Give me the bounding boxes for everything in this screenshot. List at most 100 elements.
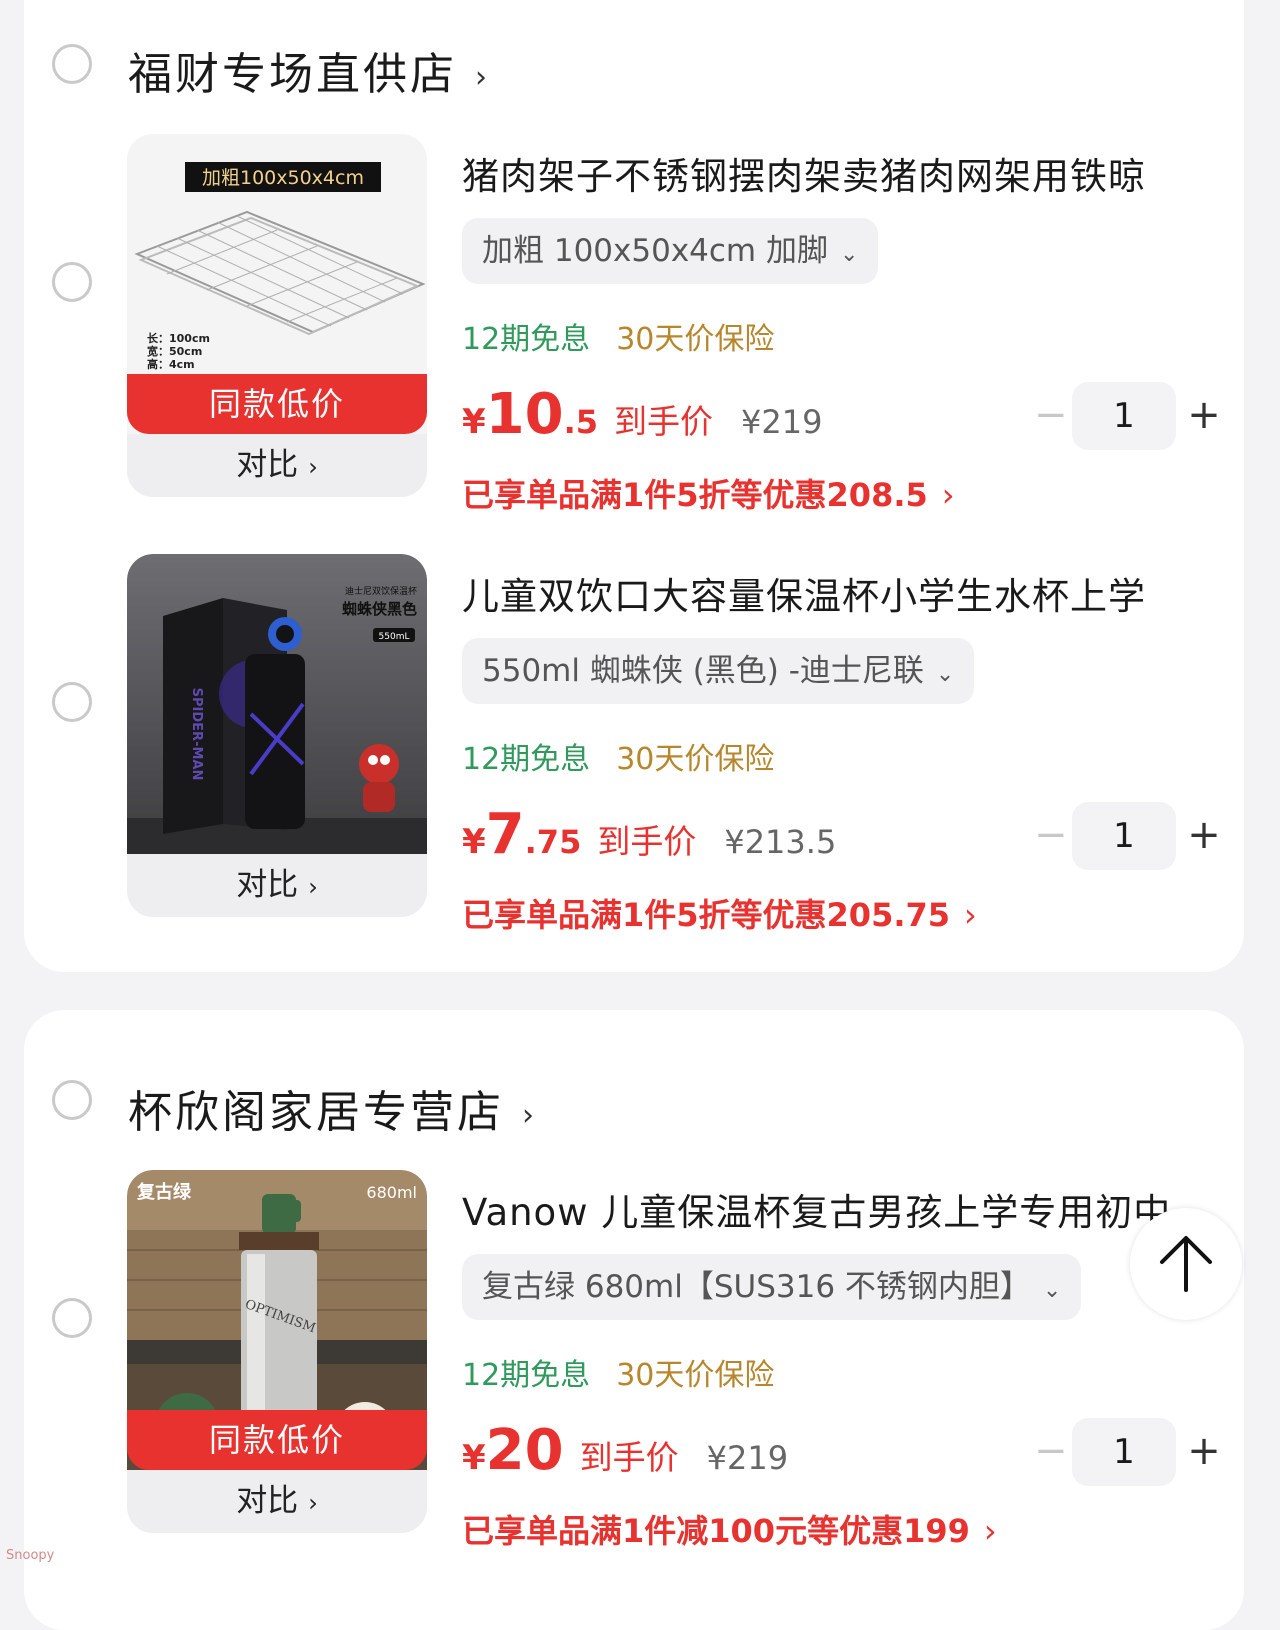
final-price-label: 到手价 <box>579 1438 679 1477</box>
variant-selector[interactable]: 复古绿 680ml【SUS316 不锈钢内胆】 ⌄ <box>462 1254 1082 1320</box>
compare-label: 对比 <box>236 1483 299 1519</box>
price-integer: 10 <box>485 382 564 447</box>
chevron-right-icon: › <box>308 1489 318 1517</box>
cart-item: SPIDER-MAN 迪士尼双饮保温杯 蜘蛛侠黑色 550mL 对比 › 儿童双饮 <box>24 554 1244 934</box>
item-select-radio[interactable] <box>52 682 92 722</box>
compare-button[interactable]: 对比 › <box>127 434 427 497</box>
compare-button[interactable]: 对比 › <box>127 1470 427 1533</box>
decrease-button[interactable]: − <box>1034 802 1068 870</box>
currency-symbol: ¥ <box>462 822 486 862</box>
final-price-label: 到手价 <box>614 402 714 441</box>
decrease-button[interactable]: − <box>1034 382 1068 450</box>
shop-name[interactable]: 福财专场直供店 › <box>128 38 490 102</box>
original-price: ¥213.5 <box>724 823 837 861</box>
image-color-label: 复古绿 <box>136 1181 192 1203</box>
price-protection-tag: 30天价保险 <box>616 1358 775 1393</box>
product-thumbnail[interactable]: SPIDER-MAN 迪士尼双饮保温杯 蜘蛛侠黑色 550mL 对比 › <box>127 554 427 917</box>
original-price: ¥219 <box>706 1439 789 1477</box>
decrease-button[interactable]: − <box>1034 1418 1068 1486</box>
original-price: ¥219 <box>741 403 823 441</box>
dim-height: 高：4cm <box>147 357 195 371</box>
item-select-radio[interactable] <box>52 1298 92 1338</box>
price-decimal: .75 <box>524 823 582 861</box>
increase-button[interactable]: + <box>1184 1418 1224 1486</box>
compare-label: 对比 <box>236 867 299 903</box>
shop-name-text: 杯欣阁家居专营店 <box>128 1087 504 1138</box>
quantity-input[interactable]: 1 <box>1072 382 1176 450</box>
product-title[interactable]: 猪肉架子不锈钢摆肉架卖猪肉网架用铁晾 <box>462 146 1202 200</box>
chevron-right-icon: › <box>941 476 955 514</box>
variant-selector[interactable]: 加粗 100x50x4cm 加脚 ⌄ <box>462 218 879 284</box>
variant-label: 复古绿 680ml【SUS316 不锈钢内胆】 <box>482 1269 1031 1305</box>
image-caption: 迪士尼双饮保温杯 <box>345 585 417 597</box>
box-brand-text: SPIDER-MAN <box>189 688 204 781</box>
final-price-label: 到手价 <box>597 822 697 861</box>
watermark-text: Snoopy <box>6 1548 55 1563</box>
compare-label: 对比 <box>236 447 299 483</box>
currency-symbol: ¥ <box>462 402 486 442</box>
shop-select-radio[interactable] <box>52 44 92 84</box>
shop-header[interactable]: 杯欣阁家居专营店 › <box>24 1062 1244 1142</box>
chevron-down-icon: ⌄ <box>839 242 859 267</box>
product-thumbnail[interactable]: 加粗100x50x4cm 长：100cm 宽：50cm 高：4cm 同款低价 对… <box>127 134 427 497</box>
promo-link[interactable]: 已享单品满1件5折等优惠208.5 › <box>462 470 955 516</box>
promo-text: 已享单品满1件5折等优惠208.5 <box>462 476 928 514</box>
image-volume-label: 680ml <box>366 1183 417 1202</box>
same-low-price-badge: 同款低价 <box>127 374 427 434</box>
quantity-stepper: − 1 + <box>1034 1418 1224 1486</box>
compare-button[interactable]: 对比 › <box>127 854 427 917</box>
chevron-right-icon: › <box>964 896 977 934</box>
service-tags: 12期免息 30天价保险 <box>462 1350 774 1394</box>
shop-name[interactable]: 杯欣阁家居专营店 › <box>128 1076 537 1140</box>
quantity-stepper: − 1 + <box>1034 802 1224 870</box>
installment-tag: 12期免息 <box>462 742 591 777</box>
item-select-radio[interactable] <box>52 262 92 302</box>
product-title[interactable]: 儿童双饮口大容量保温杯小学生水杯上学 <box>462 566 1202 620</box>
chevron-down-icon: ⌄ <box>1042 1278 1062 1303</box>
product-image: SPIDER-MAN 迪士尼双饮保温杯 蜘蛛侠黑色 550mL <box>127 554 427 854</box>
dim-width: 宽：50cm <box>146 344 202 358</box>
image-label: 蜘蛛侠黑色 <box>342 600 417 618</box>
price-integer: 20 <box>485 1418 564 1483</box>
variant-selector[interactable]: 550ml 蜘蛛侠 (黑色) -迪士尼联 ⌄ <box>462 638 975 704</box>
price-integer: 7 <box>485 802 525 867</box>
shop-select-radio[interactable] <box>52 1080 92 1120</box>
chevron-right-icon: › <box>983 1512 997 1550</box>
variant-label: 加粗 100x50x4cm 加脚 <box>482 233 828 269</box>
increase-button[interactable]: + <box>1184 802 1224 870</box>
service-tags: 12期免息 30天价保险 <box>462 314 774 358</box>
chevron-right-icon: › <box>308 453 318 481</box>
bottle-image: SPIDER-MAN 迪士尼双饮保温杯 蜘蛛侠黑色 550mL <box>127 554 427 854</box>
price-protection-tag: 30天价保险 <box>616 742 775 777</box>
installment-tag: 12期免息 <box>462 1358 591 1393</box>
arrow-up-icon <box>1160 1236 1212 1292</box>
shop-card: 福财专场直供店 › 加粗100x50x4cm 长：100cm 宽：50cm 高：… <box>24 0 1244 972</box>
promo-text: 已享单品满1件5折等优惠205.75 <box>462 896 951 934</box>
back-to-top-button[interactable] <box>1130 1208 1242 1320</box>
installment-tag: 12期免息 <box>462 322 591 357</box>
chevron-down-icon: ⌄ <box>935 662 955 687</box>
product-title[interactable]: Vanow 儿童保温杯复古男孩上学专用初中 <box>462 1182 1182 1236</box>
quantity-input[interactable]: 1 <box>1072 1418 1176 1486</box>
chevron-right-icon: › <box>522 1097 537 1133</box>
quantity-input[interactable]: 1 <box>1072 802 1176 870</box>
price: ¥7.75 到手价 ¥213.5 <box>462 802 836 867</box>
price: ¥20 到手价 ¥219 <box>462 1418 788 1483</box>
cart-item: OPTIMISM 复古绿 680ml 同款低价 对比 › Vanow 儿童保温杯复… <box>24 1170 1244 1550</box>
quantity-stepper: − 1 + <box>1034 382 1224 450</box>
price-protection-tag: 30天价保险 <box>616 322 775 357</box>
promo-link[interactable]: 已享单品满1件减100元等优惠199 › <box>462 1506 997 1552</box>
image-label: 加粗100x50x4cm <box>202 167 364 189</box>
increase-button[interactable]: + <box>1184 382 1224 450</box>
shop-name-text: 福财专场直供店 <box>128 49 457 100</box>
cart-item: 加粗100x50x4cm 长：100cm 宽：50cm 高：4cm 同款低价 对… <box>24 134 1244 514</box>
currency-symbol: ¥ <box>462 1438 486 1478</box>
promo-text: 已享单品满1件减100元等优惠199 <box>462 1512 970 1550</box>
promo-link[interactable]: 已享单品满1件5折等优惠205.75 › <box>462 890 977 936</box>
volume-badge: 550mL <box>379 632 410 642</box>
variant-label: 550ml 蜘蛛侠 (黑色) -迪士尼联 <box>482 653 924 689</box>
product-thumbnail[interactable]: OPTIMISM 复古绿 680ml 同款低价 对比 › <box>127 1170 427 1533</box>
dim-length: 长：100cm <box>147 331 210 345</box>
shop-header[interactable]: 福财专场直供店 › <box>24 24 1244 104</box>
service-tags: 12期免息 30天价保险 <box>462 734 774 778</box>
